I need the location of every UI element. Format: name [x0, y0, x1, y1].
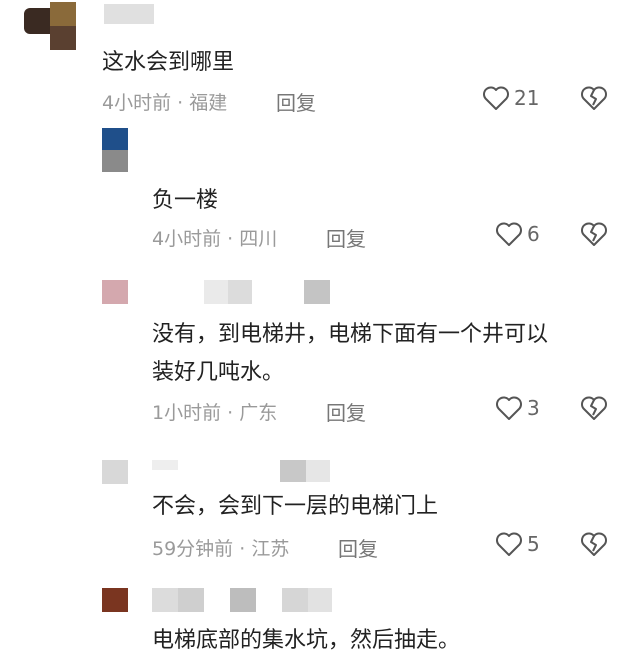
heart-outline-icon [495, 221, 523, 247]
comment-text: 电梯底部的集水坑，然后抽走。 [152, 628, 461, 653]
comment-time: 59分钟前 [152, 538, 234, 560]
username-blurred[interactable] [104, 4, 154, 24]
dislike-button[interactable] [580, 221, 608, 247]
comment-5: 电梯底部的集水坑，然后抽走。 [0, 578, 640, 666]
heart-outline-icon [495, 395, 523, 421]
comment-time: 1小时前 [152, 402, 222, 424]
comment-meta: 4小时前 · 四川 [152, 224, 277, 251]
username-blurred[interactable] [152, 588, 332, 612]
heart-outline-icon [482, 85, 510, 111]
avatar[interactable] [24, 2, 80, 50]
comment-location: 广东 [239, 402, 278, 424]
reply-button[interactable]: 回复 [338, 533, 378, 562]
meta-separator: · [233, 538, 252, 560]
comment-4: 不会，会到下一层的电梯门上 59分钟前 · 江苏 回复 5 [0, 448, 640, 578]
like-button[interactable]: 5 [495, 531, 540, 557]
like-button[interactable]: 3 [495, 395, 540, 421]
comment-meta: 4小时前 · 福建 [102, 88, 227, 115]
avatar[interactable] [102, 588, 128, 612]
avatar[interactable] [102, 280, 128, 304]
meta-separator: · [221, 402, 240, 424]
reply-button[interactable]: 回复 [326, 397, 366, 426]
dislike-button[interactable] [580, 395, 608, 421]
broken-heart-outline-icon [580, 221, 608, 247]
meta-separator: · [221, 228, 240, 250]
like-count: 5 [527, 532, 540, 556]
comment-2: 负一楼 4小时前 · 四川 回复 6 [0, 120, 640, 260]
dislike-button[interactable] [580, 85, 608, 111]
like-button[interactable]: 21 [482, 85, 539, 111]
comment-meta: 1小时前 · 广东 [152, 398, 277, 425]
comment-location: 四川 [239, 228, 278, 250]
avatar[interactable] [102, 460, 128, 484]
username-blurred[interactable] [152, 460, 332, 482]
like-count: 21 [514, 86, 540, 110]
comment-text: 这水会到哪里 [102, 50, 235, 75]
comment-3: 没有，到电梯井，电梯下面有一个井可以 装好几吨水。 1小时前 · 广东 回复 3 [0, 270, 640, 440]
username-blurred[interactable] [204, 280, 334, 304]
comment-text-line-2: 装好几吨水。 [152, 360, 285, 385]
comment-1: 这水会到哪里 4小时前 · 福建 回复 21 [0, 0, 640, 120]
avatar[interactable] [102, 128, 128, 172]
comment-text-line-1: 没有，到电梯井，电梯下面有一个井可以 [152, 322, 549, 347]
broken-heart-outline-icon [580, 531, 608, 557]
comment-time: 4小时前 [102, 92, 172, 114]
comment-location: 福建 [189, 92, 228, 114]
heart-outline-icon [495, 531, 523, 557]
comment-location: 江苏 [251, 538, 290, 560]
like-count: 3 [527, 396, 540, 420]
dislike-button[interactable] [580, 531, 608, 557]
like-button[interactable]: 6 [495, 221, 540, 247]
comment-time: 4小时前 [152, 228, 222, 250]
broken-heart-outline-icon [580, 85, 608, 111]
meta-separator: · [171, 92, 190, 114]
comment-text: 负一楼 [152, 188, 219, 213]
reply-button[interactable]: 回复 [326, 223, 366, 252]
broken-heart-outline-icon [580, 395, 608, 421]
comment-meta: 59分钟前 · 江苏 [152, 534, 289, 561]
comment-text: 不会，会到下一层的电梯门上 [152, 494, 439, 519]
reply-button[interactable]: 回复 [276, 87, 316, 116]
like-count: 6 [527, 222, 540, 246]
